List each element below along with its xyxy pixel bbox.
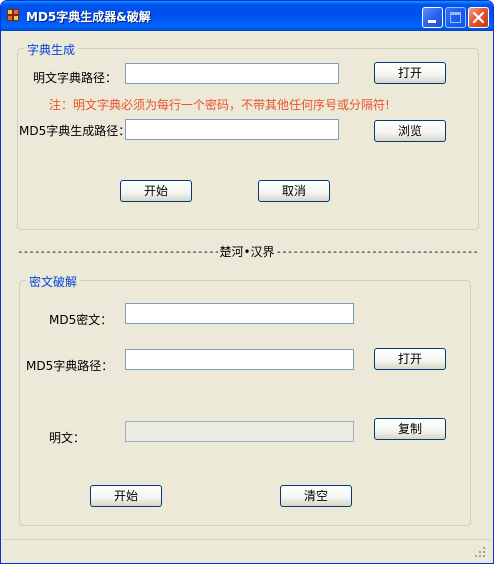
divider-dash-left: ----------------------------------------… (17, 245, 218, 258)
open-md5-dict-button[interactable]: 打开 (374, 348, 446, 370)
md5-cipher-input[interactable] (125, 303, 354, 324)
md5-output-path-label: MD5字典生成路径： (19, 124, 131, 138)
plaintext-output (125, 421, 354, 442)
generate-start-button[interactable]: 开始 (120, 180, 192, 202)
title-bar[interactable]: MD5字典生成器&破解 (1, 1, 493, 31)
browse-button[interactable]: 浏览 (374, 120, 446, 142)
copy-button[interactable]: 复制 (374, 418, 446, 440)
app-icon[interactable] (7, 9, 21, 23)
close-icon (472, 11, 485, 24)
window-title: MD5字典生成器&破解 (26, 10, 151, 24)
crack-start-button[interactable]: 开始 (90, 485, 162, 507)
md5-dict-path-input[interactable] (125, 349, 354, 370)
divider-text: 楚河•汉界 (219, 245, 275, 259)
section-divider: ----------------------------------------… (17, 243, 477, 260)
plain-dict-path-label: 明文字典路径： (33, 71, 118, 85)
minimize-button[interactable] (422, 7, 443, 28)
main-window: MD5字典生成器&破解 字典生成 明文字典路径： 打开 注：明文字典必须为每行一… (0, 0, 494, 564)
dict-group-title: 字典生成 (24, 41, 79, 58)
divider-dash-right: ----------------------------------------… (275, 245, 477, 258)
close-button[interactable] (468, 7, 489, 28)
status-bar (4, 539, 490, 561)
md5-dict-path-label: MD5字典路径： (26, 359, 114, 373)
maximize-button[interactable] (445, 7, 466, 28)
open-plain-dict-button[interactable]: 打开 (374, 62, 446, 84)
minimize-icon (428, 20, 436, 23)
plain-dict-path-input[interactable] (125, 63, 339, 84)
crack-group-title: 密文破解 (26, 273, 81, 290)
generate-cancel-button[interactable]: 取消 (258, 180, 330, 202)
format-note: 注：明文字典必须为每行一个密码，不带其他任何序号或分隔符! (49, 98, 390, 112)
md5-output-path-input[interactable] (125, 119, 339, 140)
resize-grip-icon[interactable] (474, 546, 486, 558)
md5-cipher-label: MD5密文： (49, 313, 113, 327)
clear-button[interactable]: 清空 (280, 485, 352, 507)
maximize-icon (450, 12, 461, 23)
plaintext-label: 明文： (49, 431, 86, 445)
